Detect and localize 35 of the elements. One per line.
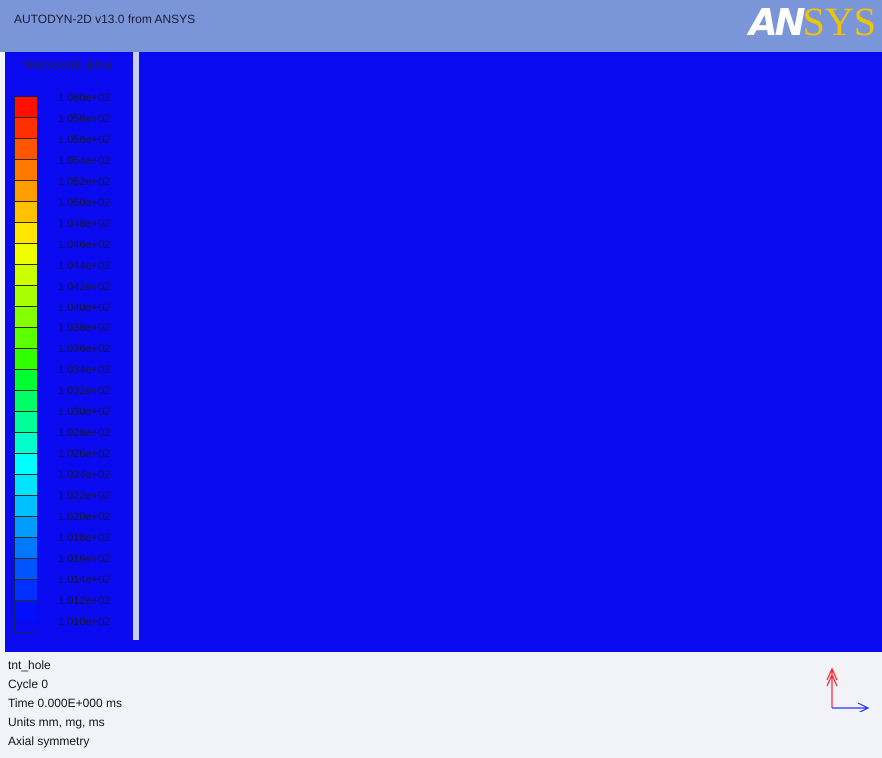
- legend-label: 1.050e+02: [58, 196, 110, 211]
- legend-label: 1.038e+02: [58, 321, 110, 336]
- legend-label: 1.028e+02: [58, 426, 110, 442]
- logo: ANSYS: [749, 2, 876, 43]
- legend-label: 1.010e+02: [58, 614, 110, 630]
- info-text: tnt_hole: [8, 657, 52, 674]
- info-text: Units mm, mg, ms: [8, 714, 106, 731]
- legend-label: 1.052e+02: [58, 174, 110, 190]
- legend-label: 1.014e+02: [58, 572, 110, 588]
- legend-label: 1.012e+02: [58, 594, 110, 609]
- legend-title: PRESSURE (kPa): [22, 60, 113, 72]
- legend-label: 1.022e+02: [58, 489, 110, 504]
- info-text: Cycle 0: [8, 676, 50, 693]
- axes-icon: [826, 666, 870, 712]
- legend-label: 1.030e+02: [58, 405, 110, 420]
- legend-label: 1.032e+02: [58, 384, 110, 400]
- legend-label: 1.042e+02: [58, 280, 110, 295]
- legend-label: 1.046e+02: [58, 238, 110, 253]
- legend-label: 1.018e+02: [58, 531, 110, 546]
- legend-label: 1.024e+02: [58, 468, 110, 484]
- info-text: Axial symmetry: [8, 733, 90, 750]
- legend-label: 1.016e+02: [58, 552, 110, 567]
- legend-label: 1.040e+02: [58, 300, 110, 316]
- legend-label: 1.060e+02: [58, 91, 110, 106]
- legend-label: 1.048e+02: [58, 216, 110, 232]
- legend-label: 1.054e+02: [58, 154, 110, 169]
- legend-label: 1.058e+02: [58, 112, 110, 127]
- legend-label: 1.020e+02: [58, 510, 110, 526]
- legend-label: 1.034e+02: [58, 363, 110, 378]
- legend-label: 1.026e+02: [58, 447, 110, 462]
- legend-label: 1.056e+02: [58, 132, 110, 148]
- legend-label: 1.036e+02: [58, 342, 110, 358]
- window-title: AUTODYN-2D v13.0 from ANSYS: [14, 12, 196, 26]
- info-text: Time 0.000E+000 ms: [8, 695, 122, 712]
- legend-label: 1.044e+02: [58, 258, 110, 274]
